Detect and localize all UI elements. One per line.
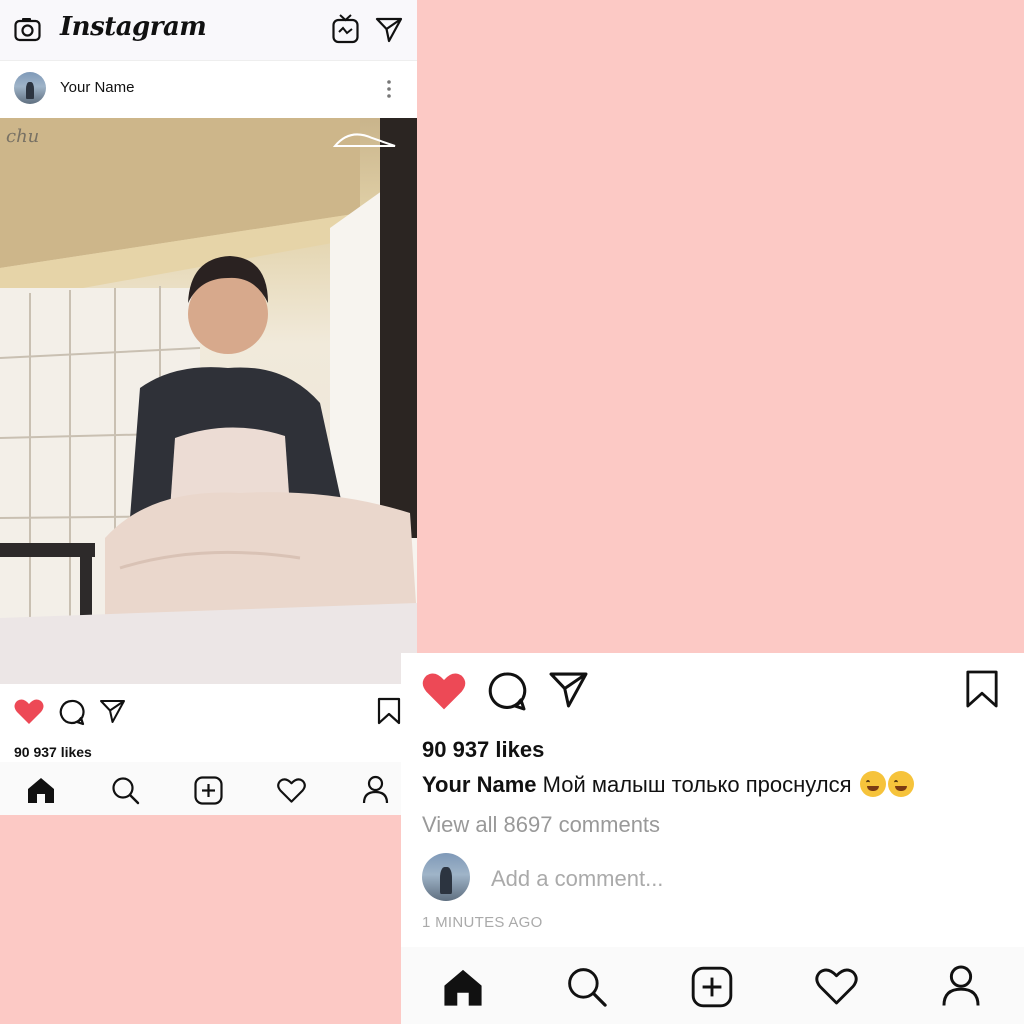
photo-watermark: chu [6, 126, 40, 147]
bookmark-icon[interactable] [965, 668, 999, 710]
heart-outline-icon[interactable] [815, 967, 858, 1006]
direct-message-icon[interactable] [375, 17, 403, 43]
avatar[interactable] [14, 72, 46, 104]
igtv-icon[interactable] [332, 14, 359, 44]
share-icon[interactable] [99, 699, 126, 724]
bottom-nav [0, 762, 401, 815]
post-timestamp: 1 MINUTES AGO [422, 914, 543, 931]
search-icon[interactable] [111, 776, 140, 805]
search-icon[interactable] [566, 966, 608, 1008]
profile-icon[interactable] [362, 775, 389, 804]
more-options-icon[interactable] [386, 79, 392, 99]
post-detail-zoom: 90 937 likes Your Name Мой малыш только … [401, 653, 1024, 1024]
bookmark-icon[interactable] [377, 697, 401, 725]
home-icon[interactable] [443, 968, 483, 1006]
add-post-icon[interactable] [691, 966, 733, 1008]
kissing-face-emoji-icon [887, 771, 914, 797]
top-bar: Instagram [0, 0, 417, 61]
home-icon[interactable] [27, 777, 55, 803]
feed-screen: Instagram Your Name chu 90 937 likes [0, 0, 417, 815]
heart-outline-icon[interactable] [277, 777, 306, 804]
commenter-avatar[interactable] [422, 853, 470, 901]
post-actions: 90 937 likes [0, 684, 417, 762]
post-photo[interactable]: chu [0, 118, 417, 684]
heart-filled-icon[interactable] [14, 698, 44, 725]
instagram-logo: Instagram [60, 12, 207, 42]
add-comment-input[interactable]: Add a comment... [491, 866, 663, 892]
view-all-comments-link[interactable]: View all 8697 comments [422, 812, 660, 838]
post-username[interactable]: Your Name [60, 79, 135, 96]
add-post-icon[interactable] [194, 776, 223, 805]
caption-text: Мой малыш только проснулся [542, 772, 852, 797]
camera-icon[interactable] [14, 17, 41, 42]
share-icon[interactable] [548, 671, 589, 709]
likes-count[interactable]: 90 937 likes [422, 737, 544, 763]
comment-icon[interactable] [486, 671, 527, 712]
grinning-sweat-emoji-icon [859, 771, 886, 797]
likes-count[interactable]: 90 937 likes [14, 744, 92, 760]
caption-username[interactable]: Your Name [422, 772, 537, 797]
post-caption: Your Name Мой малыш только проснулся [422, 771, 914, 798]
bottom-nav [401, 947, 1024, 1024]
comment-icon[interactable] [58, 699, 85, 726]
heart-filled-icon[interactable] [422, 671, 466, 711]
post-header: Your Name [0, 60, 417, 118]
profile-icon[interactable] [941, 964, 981, 1007]
